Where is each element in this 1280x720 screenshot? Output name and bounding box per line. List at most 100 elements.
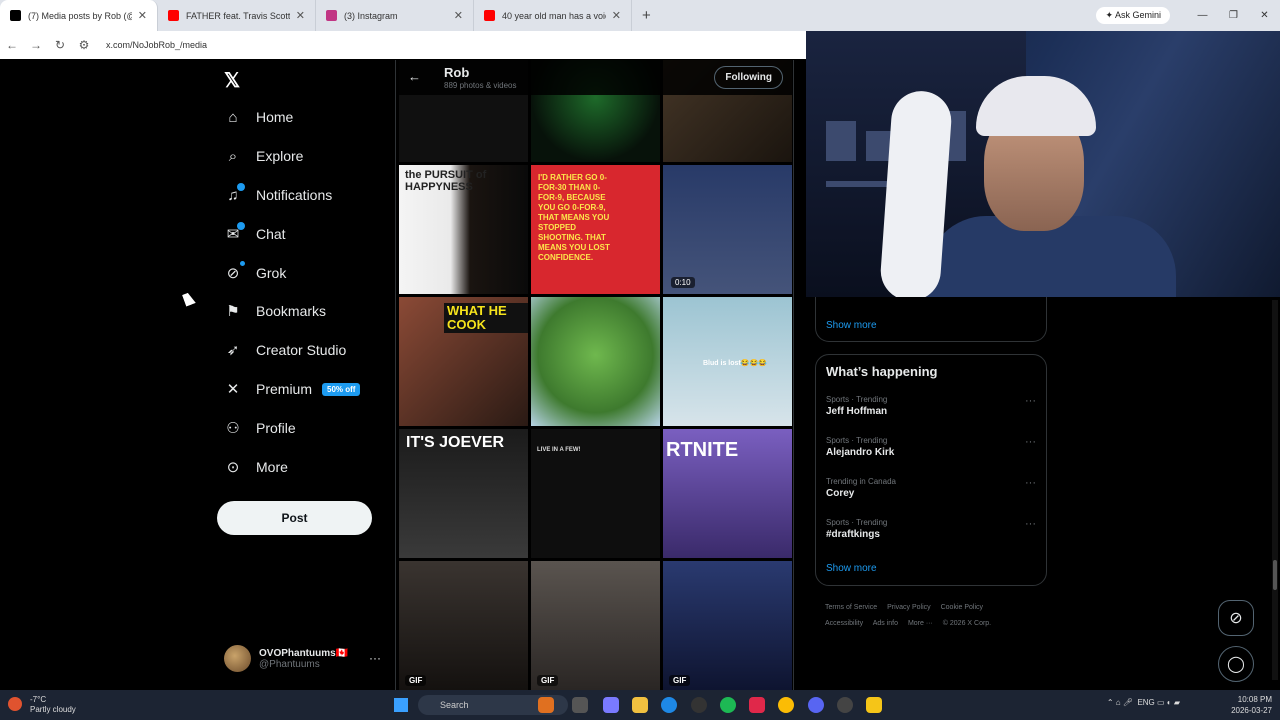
chrome-icon[interactable] bbox=[778, 697, 794, 713]
media-tile[interactable]: Blud is lost😂😂😂 bbox=[663, 297, 792, 426]
nav-item-premium[interactable]: ✕ Premium 50% off bbox=[224, 380, 361, 398]
trend-more-icon[interactable]: ··· bbox=[1025, 477, 1036, 489]
close-tab-icon[interactable]: ✕ bbox=[612, 9, 621, 22]
account-switcher[interactable]: OVOPhantuums🇨🇦 @Phantuums ··· bbox=[224, 645, 381, 672]
trend-item[interactable]: Sports · Trending Alejandro Kirk ··· bbox=[826, 436, 1036, 458]
clock-time: 10:08 PM bbox=[1237, 695, 1272, 704]
weather-temp: -7°C bbox=[30, 695, 47, 704]
close-window-icon[interactable]: ✕ bbox=[1249, 0, 1280, 31]
tab-title: (7) Media posts by Rob (@NoJ bbox=[28, 10, 132, 21]
windows-start-icon[interactable] bbox=[394, 698, 408, 712]
media-tile[interactable]: RTNITE bbox=[663, 429, 792, 558]
media-tile[interactable]: IT'S JOEVER bbox=[399, 429, 528, 558]
new-tab-button[interactable]: + bbox=[642, 7, 651, 24]
show-more-link[interactable]: Show more bbox=[826, 563, 877, 574]
grok-fab-button[interactable]: ⊘ bbox=[1218, 600, 1254, 636]
warning-icon[interactable] bbox=[866, 697, 882, 713]
close-tab-icon[interactable]: ✕ bbox=[296, 9, 305, 22]
post-button[interactable]: Post bbox=[217, 501, 372, 535]
clock-date: 2026-03-27 bbox=[1231, 706, 1272, 715]
account-handle: @Phantuums bbox=[259, 658, 320, 670]
back-icon[interactable]: ← bbox=[0, 38, 24, 52]
reload-icon[interactable]: ↻ bbox=[48, 38, 72, 52]
media-tile[interactable]: the PURSUIT of HAPPYNESS bbox=[399, 165, 528, 294]
media-tile[interactable]: GIF bbox=[399, 561, 528, 690]
weather-widget[interactable]: -7°C Partly cloudy bbox=[8, 695, 76, 715]
nav-item-grok[interactable]: ⊘ Grok bbox=[224, 261, 286, 282]
following-button[interactable]: Following bbox=[714, 66, 783, 89]
account-more-icon[interactable]: ··· bbox=[369, 651, 381, 665]
discord-icon[interactable] bbox=[808, 697, 824, 713]
media-tile[interactable]: GIF bbox=[531, 561, 660, 690]
trend-item[interactable]: Trending in Canada Corey ··· bbox=[826, 477, 1036, 499]
nav-item-home[interactable]: ⌂ Home bbox=[224, 108, 293, 126]
browser-tab[interactable]: 40 year old man has a voice CRA ✕ bbox=[474, 0, 632, 31]
app-icon[interactable] bbox=[691, 697, 707, 713]
trend-item[interactable]: Sports · Trending #draftkings ··· bbox=[826, 518, 1036, 540]
footer-link[interactable]: Terms of Service bbox=[825, 604, 877, 611]
page-scrollbar[interactable] bbox=[1272, 300, 1278, 680]
app-icon[interactable] bbox=[572, 697, 588, 713]
browser-tab[interactable]: (3) Instagram ✕ bbox=[316, 0, 474, 31]
trend-item[interactable]: Sports · Trending Jeff Hoffman ··· bbox=[826, 395, 1036, 417]
minimize-icon[interactable]: — bbox=[1187, 0, 1218, 31]
media-tile[interactable]: WHAT HE COOK bbox=[399, 297, 528, 426]
browser-tab[interactable]: (7) Media posts by Rob (@NoJ ✕ bbox=[0, 0, 158, 31]
app-icon[interactable] bbox=[603, 697, 619, 713]
chat-fab-button[interactable]: ◯ bbox=[1218, 646, 1254, 682]
taskbar-search-label: Search bbox=[440, 700, 469, 710]
clock[interactable]: 10:08 PM 2026-03-27 bbox=[1231, 694, 1272, 716]
url-field[interactable]: x.com/NoJobRob_/media bbox=[106, 40, 207, 50]
nav-label: Home bbox=[256, 109, 294, 125]
footer-link[interactable]: Privacy Policy bbox=[887, 604, 931, 611]
tile-caption: LIVE IN A FEW! bbox=[537, 447, 581, 453]
browser-tab[interactable]: FATHER feat. Travis Scott - Kany ✕ bbox=[158, 0, 316, 31]
spotify-icon[interactable] bbox=[720, 697, 736, 713]
trend-more-icon[interactable]: ··· bbox=[1025, 518, 1036, 530]
grok-icon: ⊘ bbox=[1229, 610, 1243, 627]
nav-item-notifications[interactable]: ♫ Notifications bbox=[224, 183, 332, 204]
ask-gemini-button[interactable]: ✦ Ask Gemini bbox=[1096, 7, 1170, 24]
media-tile[interactable]: I'D RATHER GO 0-FOR-30 THAN 0-FOR-9, BEC… bbox=[531, 165, 660, 294]
trend-more-icon[interactable]: ··· bbox=[1025, 395, 1036, 407]
close-tab-icon[interactable]: ✕ bbox=[454, 9, 463, 22]
trend-name: Alejandro Kirk bbox=[826, 447, 895, 458]
footer-link[interactable]: More ··· bbox=[908, 620, 933, 627]
nav-item-bookmarks[interactable]: ⚑ Bookmarks bbox=[224, 302, 326, 320]
footer-link[interactable]: Accessibility bbox=[825, 620, 863, 627]
trend-more-icon[interactable]: ··· bbox=[1025, 436, 1036, 448]
nav-item-creator-studio[interactable]: ➶ Creator Studio bbox=[224, 341, 347, 359]
media-tile[interactable]: 0:10 bbox=[663, 165, 792, 294]
media-tile[interactable] bbox=[531, 297, 660, 426]
scrollbar-thumb[interactable] bbox=[1273, 560, 1277, 590]
footer-link[interactable]: Ads info bbox=[873, 620, 898, 627]
nav-item-more[interactable]: ⊙ More bbox=[224, 458, 288, 476]
x-logo-icon[interactable]: 𝕏 bbox=[224, 68, 240, 93]
trend-name: Jeff Hoffman bbox=[826, 406, 888, 417]
nav-item-chat[interactable]: ✉ Chat bbox=[224, 222, 286, 243]
footer-link[interactable]: Cookie Policy bbox=[941, 604, 983, 611]
language-indicator[interactable]: ENG bbox=[1137, 698, 1154, 707]
app-icon[interactable] bbox=[837, 697, 853, 713]
nav-label: Premium bbox=[256, 381, 313, 397]
app-icon[interactable] bbox=[749, 697, 765, 713]
app-icon[interactable] bbox=[538, 697, 554, 713]
show-more-link[interactable]: Show more bbox=[826, 320, 877, 331]
maximize-icon[interactable]: ❐ bbox=[1218, 0, 1249, 31]
tile-caption: RTNITE bbox=[666, 439, 739, 461]
close-tab-icon[interactable]: ✕ bbox=[138, 9, 147, 22]
site-info-icon[interactable]: ⚙ bbox=[72, 38, 96, 52]
trend-context: Sports · Trending bbox=[826, 436, 888, 445]
nav-item-explore[interactable]: ⌕ Explore bbox=[224, 147, 304, 165]
file-explorer-icon[interactable] bbox=[632, 697, 648, 713]
media-tile[interactable]: GIF bbox=[663, 561, 792, 690]
ask-gemini-label: Ask Gemini bbox=[1114, 10, 1161, 20]
back-arrow-icon[interactable]: ← bbox=[408, 69, 421, 84]
system-tray[interactable]: ⌃ ⌂ 🎤︎ ENG ▭ ◐ ▰ bbox=[1107, 698, 1180, 707]
edge-icon[interactable] bbox=[661, 697, 677, 713]
forward-icon[interactable]: → bbox=[24, 38, 48, 52]
person-icon: ⚇ bbox=[226, 420, 240, 437]
nav-item-profile[interactable]: ⚇ Profile bbox=[224, 419, 295, 437]
media-tile[interactable]: LIVE IN A FEW! bbox=[531, 429, 660, 558]
browser-tab-bar: (7) Media posts by Rob (@NoJ ✕ FATHER fea… bbox=[0, 0, 1280, 31]
